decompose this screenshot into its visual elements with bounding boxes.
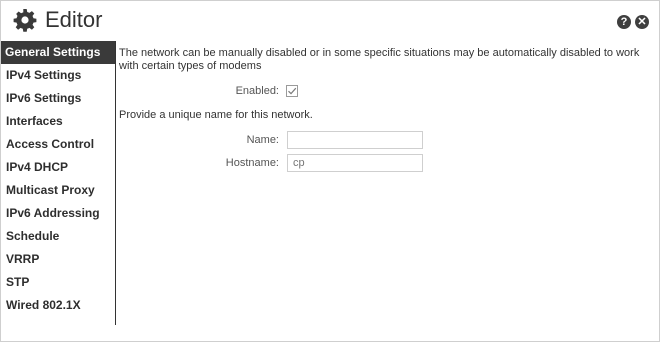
sidebar-item-multicast-proxy[interactable]: Multicast Proxy (1, 179, 115, 202)
sidebar-item-ipv4-dhcp[interactable]: IPv4 DHCP (1, 156, 115, 179)
name-input[interactable] (287, 131, 423, 149)
sidebar-item-ipv4-settings[interactable]: IPv4 Settings (1, 64, 115, 87)
hostname-row: Hostname: (119, 154, 657, 174)
sidebar-item-wired-8021x[interactable]: Wired 802.1X (1, 294, 115, 317)
editor-header: Editor ? ✕ (1, 1, 659, 39)
name-prompt: Provide a unique name for this network. (119, 109, 313, 121)
sidebar-item-schedule[interactable]: Schedule (1, 225, 115, 248)
sidebar-item-interfaces[interactable]: Interfaces (1, 110, 115, 133)
enabled-label: Enabled: (235, 85, 279, 97)
name-label: Name: (246, 134, 279, 146)
sidebar-item-ipv6-addressing[interactable]: IPv6 Addressing (1, 202, 115, 225)
close-icon[interactable]: ✕ (635, 15, 649, 29)
title-area: Editor (13, 8, 102, 32)
hostname-input[interactable] (287, 154, 423, 172)
help-icon[interactable]: ? (617, 15, 631, 29)
sidebar-item-general-settings[interactable]: General Settings (1, 41, 115, 64)
sidebar-item-vrrp[interactable]: VRRP (1, 248, 115, 271)
sidebar-item-access-control[interactable]: Access Control (1, 133, 115, 156)
editor-window: Editor ? ✕ General Settings IPv4 Setting… (0, 0, 660, 342)
enabled-checkbox[interactable] (286, 85, 298, 97)
gear-icon (13, 9, 37, 32)
network-description: The network can be manually disabled or … (119, 47, 640, 72)
checkmark-icon (288, 87, 297, 95)
settings-sidebar: General Settings IPv4 Settings IPv6 Sett… (1, 41, 116, 325)
sidebar-item-stp[interactable]: STP (1, 271, 115, 294)
name-row: Name: (119, 131, 657, 151)
hostname-label: Hostname: (225, 157, 279, 169)
sidebar-item-ipv6-settings[interactable]: IPv6 Settings (1, 87, 115, 110)
editor-title: Editor (45, 7, 103, 32)
enabled-row: Enabled: (119, 85, 657, 99)
general-settings-panel: The network can be manually disabled or … (119, 47, 657, 172)
